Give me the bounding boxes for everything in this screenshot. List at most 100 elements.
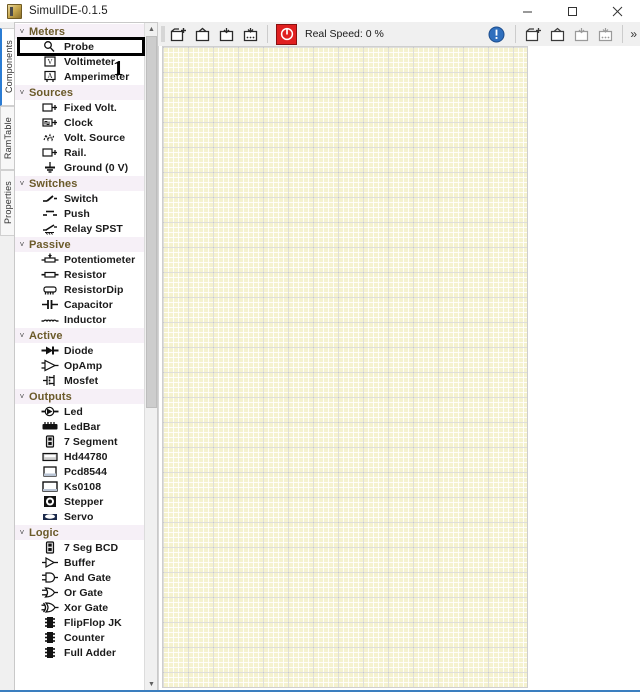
capacitor-icon xyxy=(41,298,59,311)
clock-icon xyxy=(41,116,59,129)
chevron-down-icon[interactable]: ˅ xyxy=(15,85,29,100)
tree-item-label: Relay SPST xyxy=(64,222,123,235)
tree-item-counter[interactable]: Counter xyxy=(15,630,145,645)
new-circuit-button[interactable] xyxy=(168,24,188,44)
tree-item-push[interactable]: Push xyxy=(15,206,145,221)
tree-group-label: Meters xyxy=(29,25,66,38)
toolbar-overflow-button[interactable]: » xyxy=(630,28,637,40)
tree-item-servo[interactable]: Servo xyxy=(15,509,145,524)
toolbar-separator xyxy=(267,25,268,43)
tree-item-fixed-volt-[interactable]: Fixed Volt. xyxy=(15,100,145,115)
info-button[interactable] xyxy=(486,24,506,44)
power-button[interactable] xyxy=(276,23,297,45)
voltimeter-icon: V xyxy=(41,55,59,68)
chevron-down-icon[interactable]: ˅ xyxy=(15,389,29,404)
tree-item-label: Mosfet xyxy=(64,374,99,387)
tree-item-relay-spst[interactable]: Relay SPST xyxy=(15,221,145,236)
tree-group-meters[interactable]: ˅ Meters xyxy=(15,23,145,39)
chevron-down-icon[interactable]: ˅ xyxy=(15,176,29,191)
open-circuit-button[interactable] xyxy=(192,24,212,44)
tree-item-label: FlipFlop JK xyxy=(64,616,122,629)
save-file-button[interactable] xyxy=(571,24,591,44)
tree-item-label: Buffer xyxy=(64,556,96,569)
tree-item-flipflop-jk[interactable]: FlipFlop JK xyxy=(15,615,145,630)
full-adder-icon xyxy=(41,646,59,659)
save-as-button[interactable] xyxy=(240,24,260,44)
circuit-grid[interactable] xyxy=(162,46,528,688)
chevron-down-icon[interactable]: ˅ xyxy=(15,525,29,540)
tree-item-label: Servo xyxy=(64,510,94,523)
tree-group-active[interactable]: ˅ Active xyxy=(15,327,145,343)
minimize-button[interactable] xyxy=(505,0,550,22)
side-tab-components-label: Components xyxy=(4,40,14,94)
tree-item-label: Hd44780 xyxy=(64,450,108,463)
chevron-down-icon[interactable]: ˅ xyxy=(15,328,29,343)
window-title: SimulIDE-0.1.5 xyxy=(29,5,108,17)
tree-item-or-gate[interactable]: Or Gate xyxy=(15,585,145,600)
tree-item-volt-source[interactable]: Volt. Source xyxy=(15,130,145,145)
tree-item-stepper[interactable]: Stepper xyxy=(15,494,145,509)
tree-item-xor-gate[interactable]: Xor Gate xyxy=(15,600,145,615)
resistor-icon xyxy=(41,268,59,281)
circuit-canvas-area[interactable] xyxy=(158,46,640,692)
tree-item-inductor[interactable]: Inductor xyxy=(15,312,145,327)
tree-item-led[interactable]: Led xyxy=(15,404,145,419)
save-circuit-button[interactable] xyxy=(216,24,236,44)
main-toolbar: Real Speed: 0 % » xyxy=(158,22,640,47)
maximize-button[interactable] xyxy=(550,0,595,22)
tree-item-label: LedBar xyxy=(64,420,101,433)
tree-item-label: Pcd8544 xyxy=(64,465,107,478)
tree-item-opamp[interactable]: OpAmp xyxy=(15,358,145,373)
seven-seg-bcd-icon xyxy=(41,541,59,554)
tree-item-hd44780[interactable]: Hd44780 xyxy=(15,449,145,464)
counter-icon xyxy=(41,631,59,644)
chevron-down-icon[interactable]: ˅ xyxy=(15,237,29,252)
tree-item-7-segment[interactable]: 7 Segment xyxy=(15,434,145,449)
chevron-down-icon[interactable]: ˅ xyxy=(15,24,29,39)
tree-group-label: Logic xyxy=(29,526,59,539)
tree-item-ks0108[interactable]: Ks0108 xyxy=(15,479,145,494)
tree-item-switch[interactable]: Switch xyxy=(15,191,145,206)
servo-icon xyxy=(41,510,59,523)
tree-group-switches[interactable]: ˅ Switches xyxy=(15,175,145,191)
tree-item-and-gate[interactable]: And Gate xyxy=(15,570,145,585)
tree-item-diode[interactable]: Diode xyxy=(15,343,145,358)
tree-group-sources[interactable]: ˅ Sources xyxy=(15,84,145,100)
save-file-as-button[interactable] xyxy=(595,24,615,44)
new-file-button[interactable] xyxy=(523,24,543,44)
tree-item-full-adder[interactable]: Full Adder xyxy=(15,645,145,660)
tree-item-voltimeter[interactable]: V Voltimeter xyxy=(15,54,145,69)
tree-item-7-seg-bcd[interactable]: 7 Seg BCD xyxy=(15,540,145,555)
tree-item-capacitor[interactable]: Capacitor xyxy=(15,297,145,312)
tree-group-logic[interactable]: ˅ Logic xyxy=(15,524,145,540)
tree-item-mosfet[interactable]: Mosfet xyxy=(15,373,145,388)
tree-item-clock[interactable]: Clock xyxy=(15,115,145,130)
tree-item-label: ResistorDip xyxy=(64,283,124,296)
tree-item-label: Or Gate xyxy=(64,586,103,599)
tree-scrollbar[interactable]: ▲ ▼ xyxy=(144,23,157,691)
side-tab-properties[interactable]: Properties xyxy=(0,170,15,236)
tree-item-resistor[interactable]: Resistor xyxy=(15,267,145,282)
tree-item-rail-[interactable]: Rail. xyxy=(15,145,145,160)
side-tab-ramtable[interactable]: RamTable xyxy=(0,106,15,170)
tree-item-label: Rail. xyxy=(64,146,87,159)
toolbar-grip[interactable] xyxy=(160,25,166,43)
side-tab-properties-label: Properties xyxy=(3,181,13,225)
scroll-up-arrow[interactable]: ▲ xyxy=(145,23,157,36)
tree-item-amperimeter[interactable]: A Amperimeter xyxy=(15,69,145,84)
tree-item-probe[interactable]: Probe xyxy=(15,39,145,54)
tree-item-ledbar[interactable]: LedBar xyxy=(15,419,145,434)
tree-item-resistordip[interactable]: ResistorDip xyxy=(15,282,145,297)
component-tree-panel[interactable]: ˅ Meters Probe V Voltimeter A Amperimeter ˅ Sour… xyxy=(14,22,158,692)
tree-item-ground-0-v-[interactable]: Ground (0 V) xyxy=(15,160,145,175)
pcd8544-icon xyxy=(41,465,59,478)
tree-item-potentiometer[interactable]: Potentiometer xyxy=(15,252,145,267)
tree-item-pcd8544[interactable]: Pcd8544 xyxy=(15,464,145,479)
close-button[interactable] xyxy=(595,0,640,22)
tree-item-buffer[interactable]: Buffer xyxy=(15,555,145,570)
tree-group-passive[interactable]: ˅ Passive xyxy=(15,236,145,252)
open-file-button[interactable] xyxy=(547,24,567,44)
scrollbar-thumb[interactable] xyxy=(146,36,157,408)
tree-group-outputs[interactable]: ˅ Outputs xyxy=(15,388,145,404)
tree-item-label: Push xyxy=(64,207,90,220)
